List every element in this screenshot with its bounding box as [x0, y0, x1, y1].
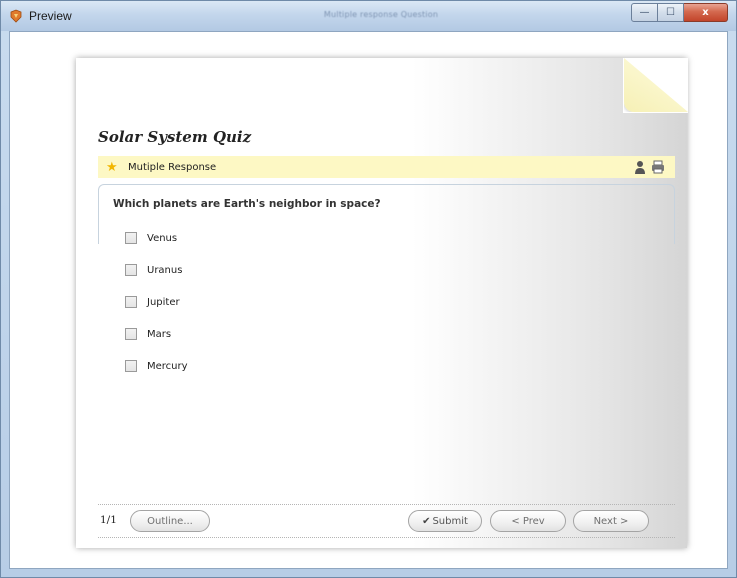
person-icon[interactable] [635, 160, 645, 174]
quiz-title: Solar System Quiz [98, 128, 252, 146]
option-label: Mars [147, 328, 172, 340]
option-checkbox[interactable] [125, 264, 137, 276]
question-panel [98, 184, 675, 244]
title-bar[interactable]: Preview Multiple response Question — ☐ x [1, 1, 736, 31]
question-type-bar: ★ Mutiple Response [98, 156, 675, 178]
option-checkbox[interactable] [125, 360, 137, 372]
maximize-button[interactable]: ☐ [658, 3, 684, 22]
star-icon: ★ [106, 159, 118, 175]
preview-content: Solar System Quiz ★ Mutiple Response Whi… [9, 31, 728, 569]
prev-button-label: < Prev [511, 515, 545, 527]
footer-bottom-divider [98, 537, 675, 538]
question-text: Which planets are Earth's neighbor in sp… [113, 198, 381, 210]
outline-button[interactable]: Outline... [130, 510, 210, 532]
prev-button[interactable]: < Prev [490, 510, 566, 532]
option-label: Venus [147, 232, 178, 244]
option-checkbox[interactable] [125, 328, 137, 340]
option-mercury[interactable]: Mercury [125, 359, 188, 373]
minimize-icon: — [639, 7, 650, 18]
next-button[interactable]: Next > [573, 510, 649, 532]
option-label: Jupiter [147, 296, 180, 308]
close-button[interactable]: x [684, 3, 728, 22]
option-venus[interactable]: Venus [125, 231, 177, 245]
checkmark-icon: ✔ [422, 515, 431, 527]
submit-button-label: Submit [432, 515, 468, 527]
minimize-button[interactable]: — [631, 3, 658, 22]
close-icon: x [702, 7, 709, 18]
option-checkbox[interactable] [125, 232, 137, 244]
next-button-label: Next > [593, 515, 629, 527]
quiz-page: Solar System Quiz ★ Mutiple Response Whi… [76, 58, 688, 548]
option-mars[interactable]: Mars [125, 327, 171, 341]
outline-button-label: Outline... [147, 515, 193, 527]
preview-app-icon [10, 9, 22, 23]
window-center-title: Multiple response Question [323, 10, 439, 19]
option-checkbox[interactable] [125, 296, 137, 308]
option-uranus[interactable]: Uranus [125, 263, 182, 277]
footer-top-divider [98, 504, 675, 505]
preview-window: Preview Multiple response Question — ☐ x… [0, 0, 737, 578]
page-counter: 1/1 [100, 514, 117, 526]
window-title: Preview [29, 9, 72, 23]
maximize-icon: ☐ [666, 7, 675, 18]
printer-icon[interactable] [651, 160, 665, 174]
question-type-label: Mutiple Response [128, 161, 217, 173]
submit-button[interactable]: ✔ Submit [408, 510, 482, 532]
option-jupiter[interactable]: Jupiter [125, 295, 180, 309]
option-label: Uranus [147, 264, 183, 276]
option-label: Mercury [147, 360, 188, 372]
window-controls: — ☐ x [631, 3, 728, 22]
